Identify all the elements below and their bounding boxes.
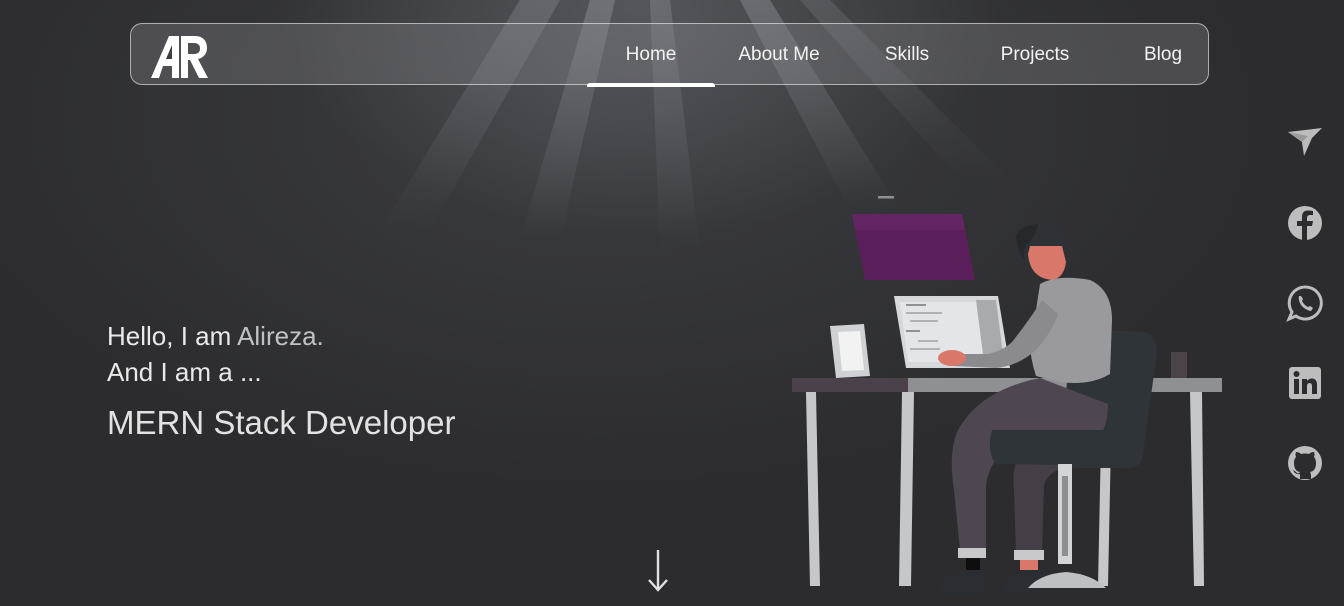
bird-icon: [1288, 128, 1322, 156]
navbar: Home About Me Skills Projects Blog: [130, 23, 1209, 87]
linkedin-icon: [1289, 367, 1321, 399]
intro-line: And I am a ...: [107, 357, 262, 387]
social-link-bird[interactable]: [1286, 124, 1324, 162]
social-link-facebook[interactable]: [1286, 204, 1324, 242]
nav-item-projects[interactable]: Projects: [971, 24, 1099, 86]
hero-intro: Hello, I am Alireza. And I am a ... MERN…: [107, 318, 455, 442]
social-link-whatsapp[interactable]: [1286, 284, 1324, 322]
facebook-icon: [1288, 206, 1322, 240]
whatsapp-icon: [1286, 285, 1323, 322]
social-links: [1286, 124, 1326, 524]
logo[interactable]: [151, 36, 209, 78]
developer-at-desk-illustration: [792, 196, 1222, 594]
nav-item-about-me[interactable]: About Me: [715, 24, 843, 86]
nav-item-skills[interactable]: Skills: [843, 24, 971, 86]
role-title: MERN Stack Developer: [107, 404, 456, 441]
social-link-linkedin[interactable]: [1286, 364, 1324, 402]
nav-item-blog[interactable]: Blog: [1099, 24, 1227, 86]
nav-menu: Home About Me Skills Projects Blog: [587, 24, 1227, 87]
greeting-prefix: Hello, I am: [107, 321, 238, 351]
greeting-line: Hello, I am Alireza.: [107, 318, 455, 354]
arrow-down-icon[interactable]: [646, 548, 670, 594]
social-link-github[interactable]: [1286, 444, 1324, 482]
hero-name: Alireza.: [237, 321, 324, 351]
github-icon: [1288, 446, 1322, 480]
nav-item-home[interactable]: Home: [587, 24, 715, 87]
